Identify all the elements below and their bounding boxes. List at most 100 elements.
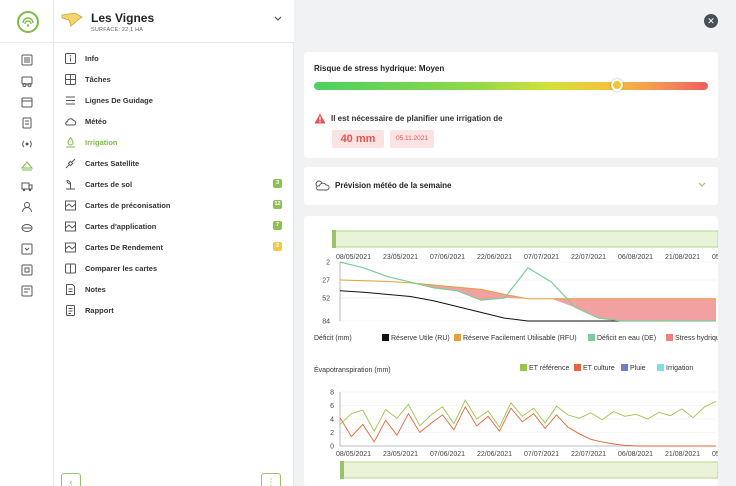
date-range-slider-bottom	[341, 461, 718, 479]
collapse-menu-button[interactable]: ‹	[61, 473, 81, 486]
menu-item-label: Cartes de sol	[85, 180, 133, 189]
water-stress-area	[340, 279, 716, 321]
legend-swatch	[666, 334, 673, 341]
x-tick-label-top: 08/05/2021	[336, 254, 371, 261]
fields-list-icon[interactable]	[20, 53, 34, 67]
more-options-button[interactable]: ⋮	[261, 473, 281, 486]
application-map-icon	[65, 221, 76, 232]
legend-swatch	[657, 364, 664, 371]
icon-rail	[0, 0, 54, 486]
x-tick-label-top: 06/08/2021	[618, 254, 653, 261]
legend-swatch	[520, 364, 527, 371]
chevron-down-icon[interactable]	[274, 16, 282, 22]
count-badge: 2	[273, 242, 282, 251]
field-surface: SURFACE: 22,1 HA	[91, 27, 144, 33]
x-tick-label-bottom: 08/05/2021	[336, 451, 371, 458]
app-logo-icon[interactable]	[17, 11, 39, 33]
menu-item-cartes-satellite[interactable]: Cartes Satellite	[54, 154, 294, 174]
legend-label: Irrigation	[666, 365, 693, 372]
x-tick-label-bottom: 22/06/2021	[477, 451, 512, 458]
menu-item-label: Notes	[85, 285, 106, 294]
fields-map-icon[interactable]	[20, 158, 34, 172]
user-icon[interactable]	[20, 200, 34, 214]
y-tick-label-deficit: 2	[326, 260, 330, 267]
count-badge: 3	[273, 179, 282, 188]
x-tick-label-bottom: 07/07/2021	[524, 451, 559, 458]
menu-item-label: Cartes De Rendement	[85, 243, 163, 252]
x-tick-label-bottom: 07/06/2021	[430, 451, 465, 458]
warning-icon	[314, 113, 326, 124]
legend-swatch	[621, 364, 628, 371]
x-tick-label-top: 21/08/2021	[665, 254, 700, 261]
x-tick-label-bottom: 23/05/2021	[383, 451, 418, 458]
irrigation-charts: 08/05/2021 23/05/2021 07/06/2021 22/06/2021…	[314, 230, 718, 479]
irrigation-amount: 40 mm	[332, 130, 384, 148]
menu-item-cartes-de-preconisation[interactable]: Cartes de préconisation 12	[54, 196, 294, 216]
field-selector[interactable]: Les Vignes SURFACE: 22,1 HA	[54, 0, 294, 43]
legend-label: Déficit en eau (DE)	[597, 335, 656, 342]
water-stress-gauge	[314, 82, 708, 90]
seeds-icon[interactable]	[20, 221, 34, 235]
info-icon	[65, 53, 76, 64]
machinery-icon[interactable]	[20, 74, 34, 88]
sensors-icon[interactable]	[20, 137, 34, 151]
et-reference-line	[339, 399, 717, 433]
date-range-slider	[333, 230, 718, 248]
menu-item-info[interactable]: Info	[54, 49, 294, 69]
y-tick-label-deficit: 27	[322, 277, 330, 284]
y-axis-label-deficit: Déficit (mm)	[314, 335, 352, 342]
report-icon	[66, 305, 75, 316]
menu-item-cartes-de-rendement[interactable]: Cartes De Rendement 2	[54, 238, 294, 258]
menu-item-label: Lignes De Guidage	[85, 96, 153, 105]
menu-item-label: Cartes d'application	[85, 222, 157, 231]
water-stress-card: Risque de stress hydrique: Moyen Il est …	[304, 52, 718, 158]
weather-forecast-accordion[interactable]: Prévision météo de la semaine	[304, 167, 718, 205]
storage-icon[interactable]	[20, 242, 34, 256]
menu-item-taches[interactable]: Tâches	[54, 70, 294, 90]
menu-item-cartes-de-sol[interactable]: Cartes de sol 3	[54, 175, 294, 195]
legend-label: ET culture	[583, 365, 615, 372]
date-range-handle-start	[340, 461, 344, 479]
count-badge: 7	[273, 221, 282, 230]
prescription-map-icon	[65, 200, 76, 211]
y-tick-label-deficit: 84	[322, 319, 330, 326]
yield-map-icon	[65, 242, 76, 253]
x-tick-label-top: 22/07/2021	[571, 254, 606, 261]
x-tick-label-bottom: 05/09/2021	[712, 451, 718, 458]
x-tick-label-top: 22/06/2021	[477, 254, 512, 261]
legend-swatch	[382, 334, 389, 341]
menu-item-lignes-de-guidage[interactable]: Lignes De Guidage	[54, 91, 294, 111]
menu-item-comparer-les-cartes[interactable]: Comparer les cartes	[54, 259, 294, 279]
menu-item-label: Météo	[85, 117, 107, 126]
menu-item-irrigation[interactable]: Irrigation	[54, 133, 294, 153]
menu-item-label: Cartes de préconisation	[85, 201, 171, 210]
legend-swatch	[454, 334, 461, 341]
close-icon[interactable]: ✕	[704, 14, 718, 28]
menu-item-meteo[interactable]: Météo	[54, 112, 294, 132]
reports-rail-icon[interactable]	[20, 284, 34, 298]
y-tick-label-et: 0	[330, 444, 334, 451]
y-tick-label-et: 8	[330, 390, 334, 397]
irrigation-recommendation: Il est nécessaire de planifier une irrig…	[331, 114, 503, 123]
weather-icon	[65, 118, 77, 126]
chevron-down-icon[interactable]	[698, 182, 706, 188]
x-tick-label-top: 07/06/2021	[430, 254, 465, 261]
y-tick-label-et: 6	[330, 403, 334, 410]
menu-item-rapport[interactable]: Rapport	[54, 301, 294, 321]
date-range-handle-start	[332, 230, 336, 248]
count-badge: 12	[273, 200, 282, 209]
rail-divider	[0, 42, 54, 43]
main-panel: ✕ Risque de stress hydrique: Moyen Il es…	[294, 0, 736, 486]
y-tick-label-et: 4	[330, 417, 334, 424]
cloud-sun-icon	[315, 180, 330, 191]
x-tick-label-bottom: 06/08/2021	[618, 451, 653, 458]
irrigation-charts-card: 08/05/2021 23/05/2021 07/06/2021 22/06/2021…	[304, 216, 718, 486]
menu-item-notes[interactable]: Notes	[54, 280, 294, 300]
calendar-icon[interactable]	[20, 95, 34, 109]
menu-item-cartes-d-application[interactable]: Cartes d'application 7	[54, 217, 294, 237]
vehicles-icon[interactable]	[20, 179, 34, 193]
rfu-line	[339, 279, 716, 300]
tasks-rail-icon[interactable]	[20, 263, 34, 277]
x-tick-label-top: 23/05/2021	[383, 254, 418, 261]
documents-icon[interactable]	[20, 116, 34, 130]
